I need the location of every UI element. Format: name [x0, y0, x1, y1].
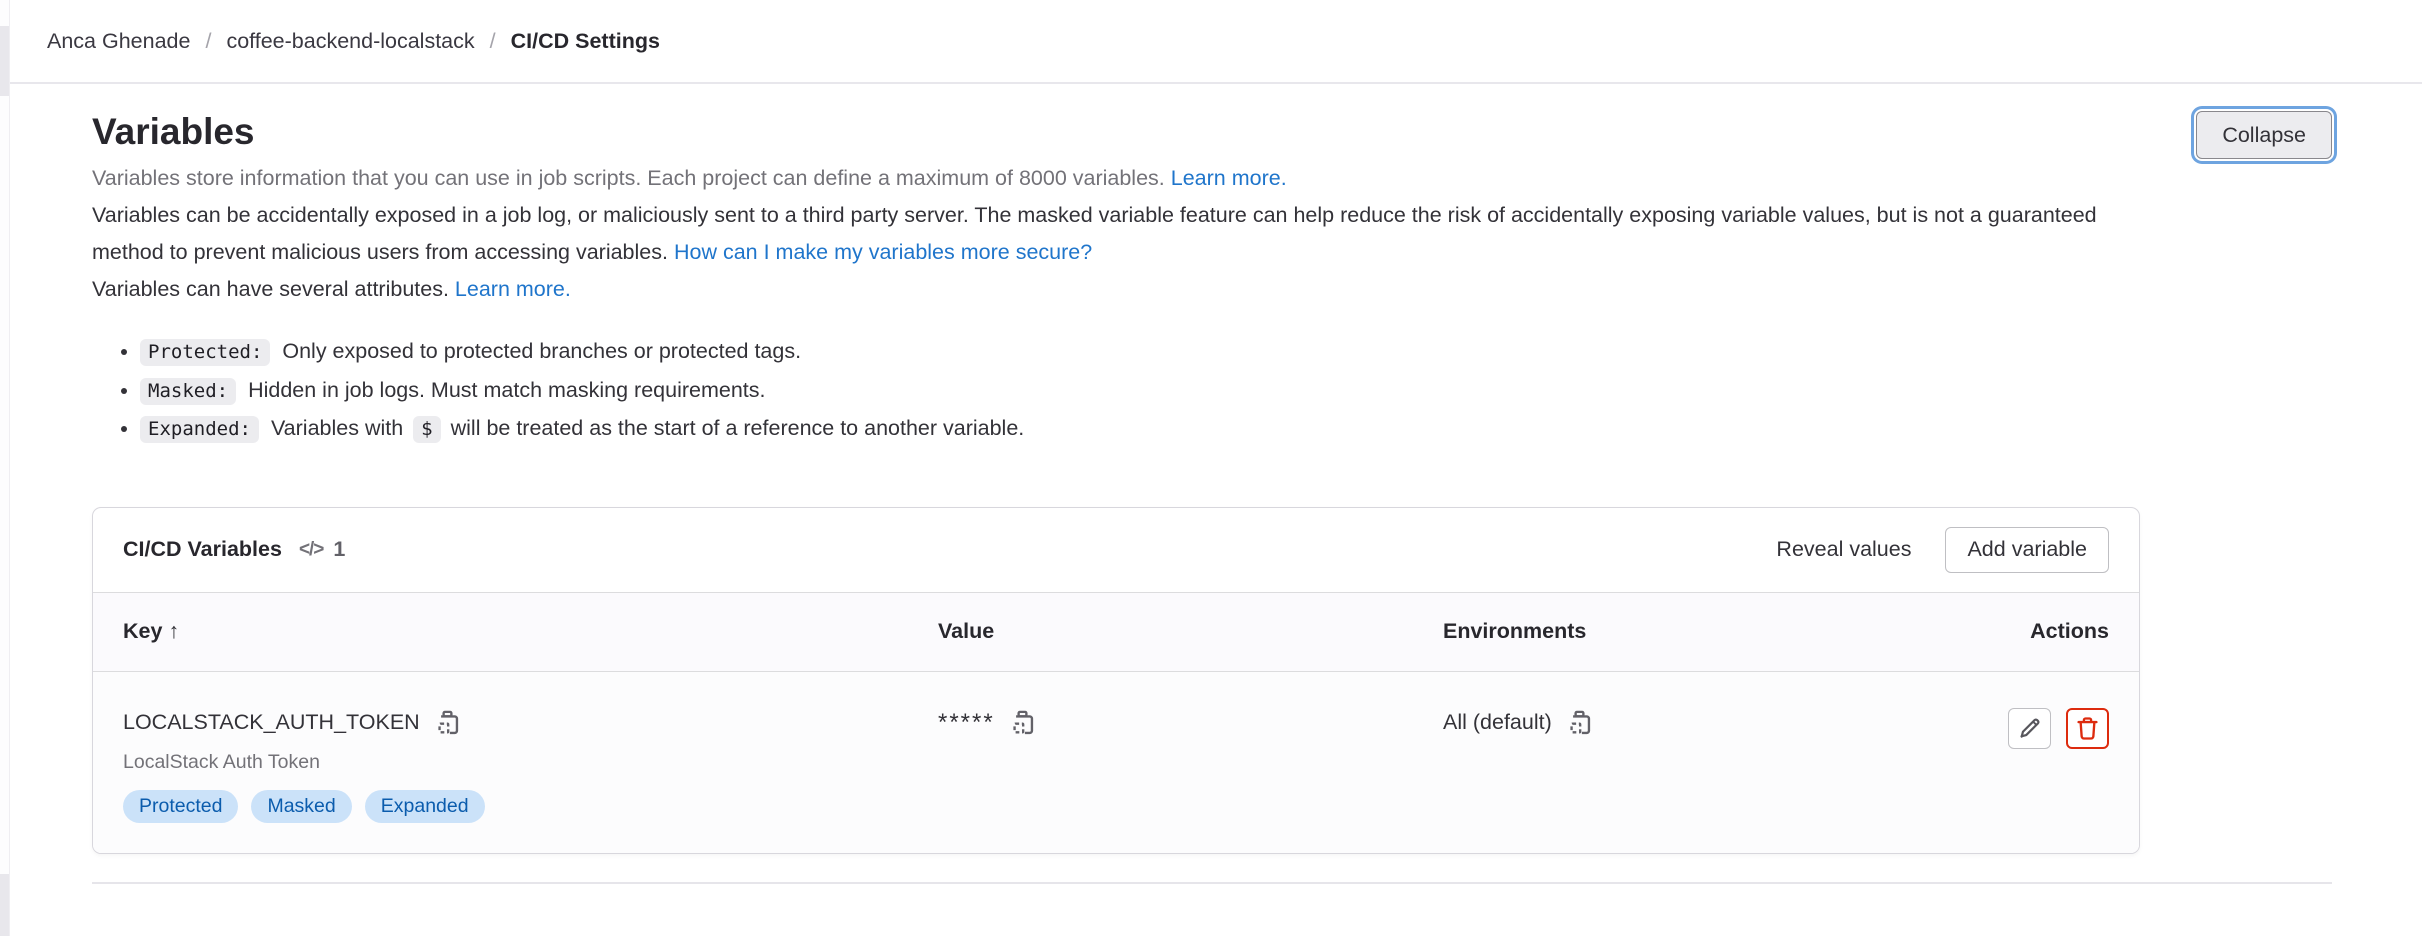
breadcrumb-project-link[interactable]: coffee-backend-localstack: [226, 29, 474, 54]
variables-section: Variables Variables store information th…: [92, 104, 2332, 854]
column-header-environments: Environments: [1443, 619, 1898, 644]
card-header: CI/CD Variables </> 1 Reveal values Add …: [93, 508, 2139, 592]
badge-masked: Masked: [251, 790, 351, 823]
breadcrumb: Anca Ghenade / coffee-backend-localstack…: [47, 29, 660, 54]
sort-ascending-icon: ↑: [168, 619, 179, 643]
copy-to-clipboard-icon: [1009, 709, 1036, 736]
actions-cell: [1898, 708, 2109, 823]
breadcrumb-separator: /: [490, 29, 496, 54]
pencil-icon: [2017, 716, 2042, 741]
copy-key-button[interactable]: [434, 709, 461, 736]
variables-intro-text: Variables store information that you can…: [92, 160, 2140, 197]
expanded-code-chip: Expanded:: [140, 416, 259, 443]
badge-expanded: Expanded: [365, 790, 485, 823]
secure-variables-link[interactable]: How can I make my variables more secure?: [674, 240, 1092, 264]
attributes-text: Variables can have several attributes.: [92, 277, 449, 301]
copy-to-clipboard-icon: [1566, 709, 1593, 736]
collapse-button[interactable]: Collapse: [2196, 111, 2332, 159]
delete-variable-button[interactable]: [2066, 708, 2109, 749]
variable-description: LocalStack Auth Token: [123, 749, 938, 776]
badge-protected: Protected: [123, 790, 238, 823]
attributes-learn-more-link[interactable]: Learn more.: [455, 277, 571, 301]
breadcrumb-current-page: CI/CD Settings: [511, 29, 660, 54]
variable-environments: All (default): [1443, 710, 1552, 735]
variables-warning-text: Variables can be accidentally exposed in…: [92, 197, 2140, 271]
column-header-key-label: Key: [123, 619, 162, 643]
variables-attributes-text: Variables can have several attributes. L…: [92, 271, 2140, 308]
learn-more-link[interactable]: Learn more.: [1171, 166, 1287, 190]
dollar-code-chip: $: [413, 416, 440, 443]
expanded-description-part1: Variables with: [271, 416, 403, 440]
warning-text: Variables can be accidentally exposed in…: [92, 203, 2097, 264]
variable-key: LOCALSTACK_AUTH_TOKEN: [123, 710, 420, 735]
expanded-description-part2: will be treated as the start of a refere…: [451, 416, 1025, 440]
list-item-masked: Masked: Hidden in job logs. Must match m…: [140, 372, 2140, 411]
intro-text: Variables store information that you can…: [92, 166, 1165, 190]
code-icon: </>: [299, 539, 323, 561]
copy-value-button[interactable]: [1009, 709, 1036, 736]
scrollbar-thumb[interactable]: [0, 26, 9, 96]
scrollbar-thumb[interactable]: [0, 874, 9, 936]
breadcrumb-bar: Anca Ghenade / coffee-backend-localstack…: [0, 0, 2422, 84]
badge-list: Protected Masked Expanded: [123, 790, 938, 823]
variable-table-row: LOCALSTACK_AUTH_TOKEN LocalStack Auth To…: [93, 672, 2139, 853]
column-header-value: Value: [938, 619, 1443, 644]
trash-icon: [2075, 716, 2100, 741]
next-section-divider: [92, 882, 2332, 884]
column-header-actions: Actions: [1898, 619, 2109, 644]
add-variable-button[interactable]: Add variable: [1945, 527, 2109, 573]
masked-code-chip: Masked:: [140, 378, 236, 405]
breadcrumb-user-link[interactable]: Anca Ghenade: [47, 29, 190, 54]
column-header-key[interactable]: Key↑: [123, 619, 938, 644]
table-header-row: Key↑ Value Environments Actions: [93, 592, 2139, 672]
sidebar-edge: [0, 0, 10, 936]
edit-variable-button[interactable]: [2008, 708, 2051, 749]
breadcrumb-separator: /: [205, 29, 211, 54]
masked-description: Hidden in job logs. Must match masking r…: [248, 378, 765, 402]
value-cell: *****: [938, 708, 1443, 823]
environments-cell: All (default): [1443, 708, 1898, 823]
cicd-variables-card: CI/CD Variables </> 1 Reveal values Add …: [92, 507, 2140, 854]
list-item-expanded: Expanded: Variables with $ will be treat…: [140, 410, 2140, 449]
protected-code-chip: Protected:: [140, 339, 270, 366]
list-item-protected: Protected: Only exposed to protected bra…: [140, 333, 2140, 372]
page-title: Variables: [92, 104, 2140, 160]
copy-environments-button[interactable]: [1566, 709, 1593, 736]
card-title: CI/CD Variables: [123, 537, 282, 562]
attributes-list: Protected: Only exposed to protected bra…: [92, 333, 2140, 449]
protected-description: Only exposed to protected branches or pr…: [282, 339, 801, 363]
key-cell: LOCALSTACK_AUTH_TOKEN LocalStack Auth To…: [123, 708, 938, 823]
variable-count: 1: [333, 537, 345, 562]
variable-value-masked: *****: [938, 713, 995, 733]
copy-to-clipboard-icon: [434, 709, 461, 736]
settings-content: Variables Variables store information th…: [0, 104, 2422, 884]
reveal-values-button[interactable]: Reveal values: [1772, 537, 1915, 562]
